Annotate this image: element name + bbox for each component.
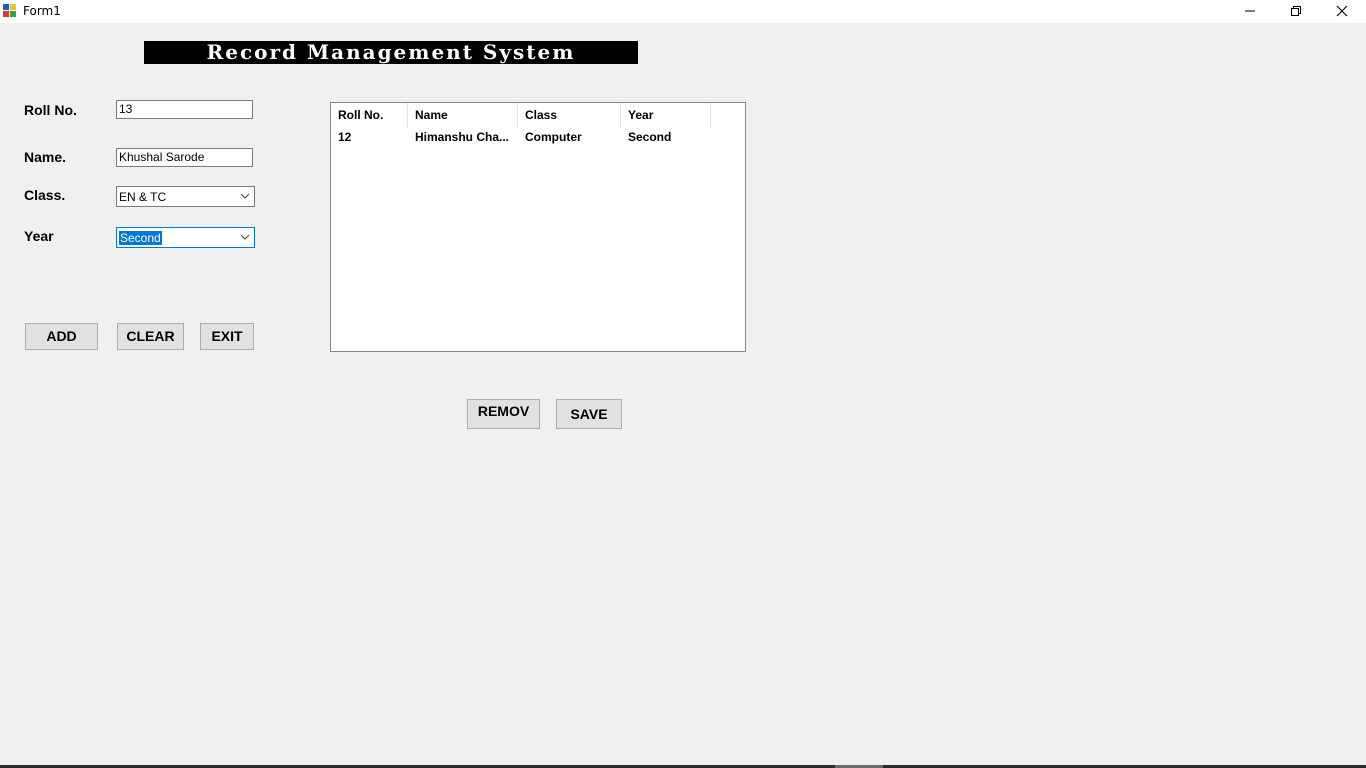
list-cell-name: Himanshu Cha... [415, 130, 510, 144]
window-title: Form1 [23, 4, 61, 18]
remove-button[interactable]: REMOV [467, 399, 540, 429]
class-dropdown-value: EN & TC [119, 190, 167, 204]
class-dropdown[interactable]: EN & TC [116, 186, 255, 207]
column-header-year[interactable]: Year [621, 103, 711, 128]
title-bar: Form1 [0, 0, 1366, 23]
year-label: Year [24, 228, 54, 244]
column-header-roll-no[interactable]: Roll No. [331, 103, 408, 128]
minimize-button[interactable] [1227, 0, 1273, 23]
class-label: Class. [24, 187, 66, 203]
app-icon[interactable] [3, 4, 17, 18]
app-banner-title: Record Management System [144, 41, 638, 64]
column-header-name[interactable]: Name [408, 103, 518, 128]
minimize-icon [1245, 10, 1255, 12]
year-dropdown[interactable]: Second [116, 227, 255, 248]
restore-icon [1291, 6, 1301, 16]
close-icon [1336, 5, 1348, 17]
save-button[interactable]: SAVE [556, 399, 622, 429]
chevron-down-icon [240, 193, 250, 199]
list-cell-roll-no: 12 [338, 130, 352, 144]
close-button[interactable] [1319, 0, 1365, 23]
chevron-down-icon [240, 234, 250, 240]
exit-button[interactable]: EXIT [200, 323, 254, 350]
list-item[interactable]: 12 Himanshu Cha... Computer Second [331, 128, 745, 146]
column-header-class[interactable]: Class [518, 103, 621, 128]
clear-button[interactable]: CLEAR [117, 323, 184, 350]
records-list-view[interactable]: Roll No. Name Class Year 12 Himanshu Cha… [330, 102, 746, 352]
list-header: Roll No. Name Class Year [331, 103, 745, 128]
add-button[interactable]: ADD [25, 323, 98, 350]
name-input[interactable]: Khushal Sarode [116, 148, 253, 167]
list-cell-year: Second [628, 130, 672, 144]
roll-no-label: Roll No. [24, 102, 77, 118]
name-label: Name. [24, 149, 67, 165]
roll-no-input[interactable]: 13 [116, 100, 253, 119]
restore-button[interactable] [1273, 0, 1319, 23]
list-cell-class: Computer [525, 130, 582, 144]
year-dropdown-value: Second [119, 231, 162, 245]
